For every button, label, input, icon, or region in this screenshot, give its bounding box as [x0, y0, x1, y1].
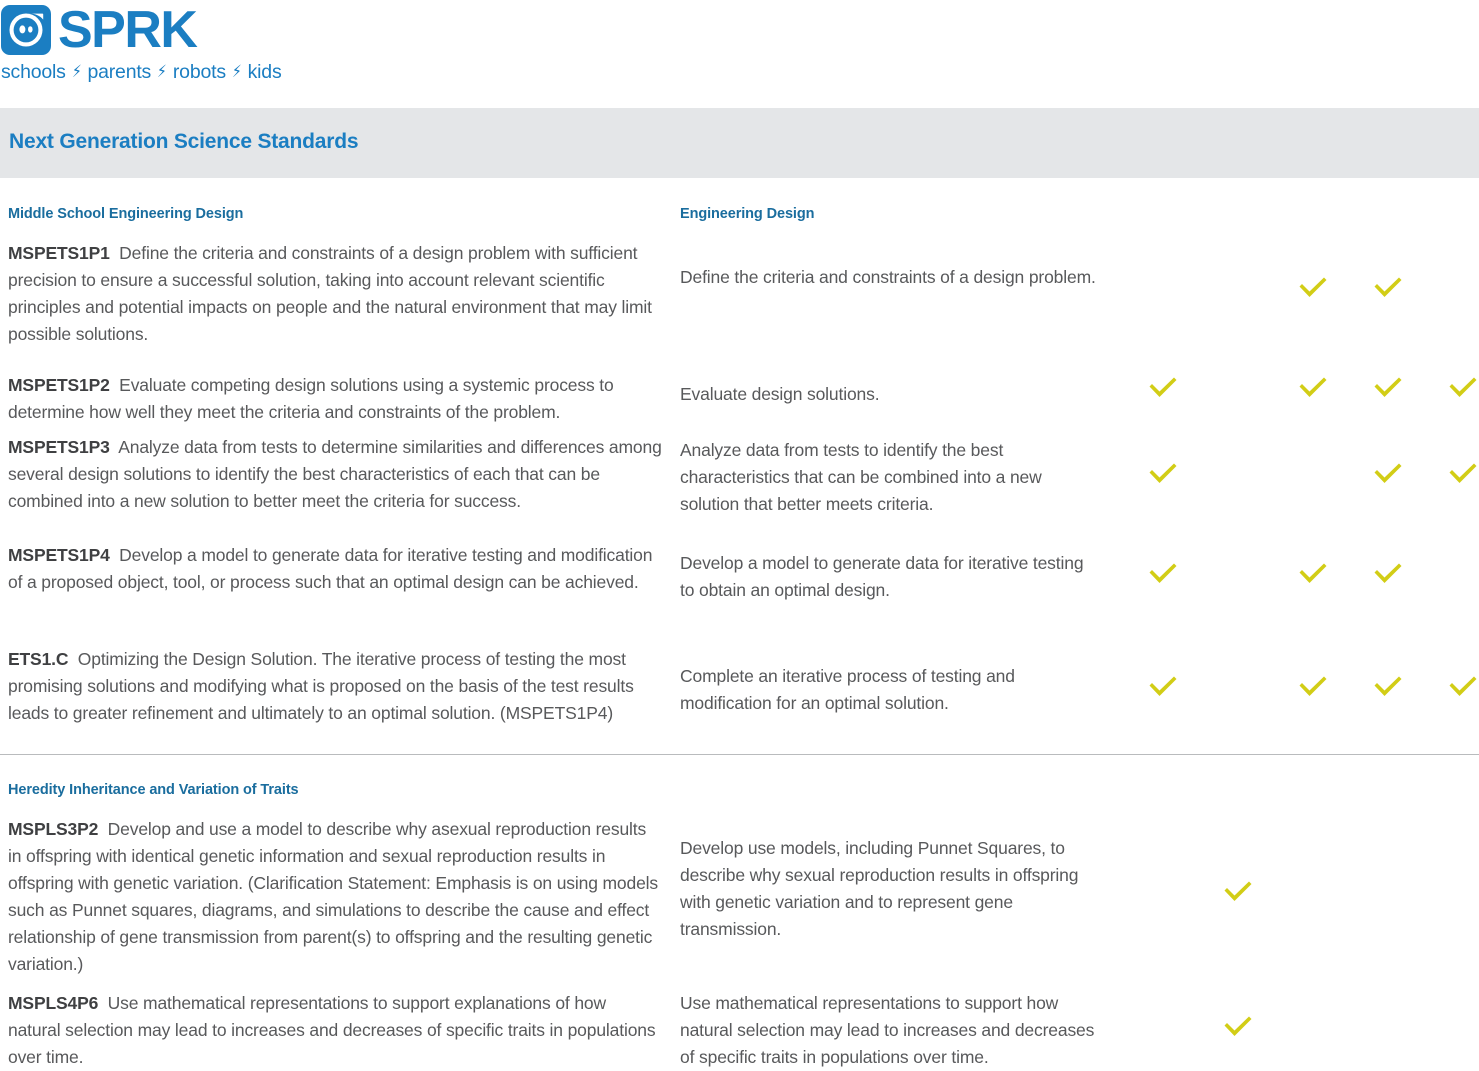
- standard-row: MSPLS3P2 Develop and use a model to desc…: [8, 816, 663, 978]
- standard-code: MSPETS1P3: [8, 437, 110, 457]
- check-icon: [1372, 560, 1404, 586]
- standard-description: Optimizing the Design Solution. The iter…: [8, 649, 634, 723]
- check-icon: [1372, 673, 1404, 699]
- bolt-icon: ⚡: [157, 62, 167, 81]
- standard-row: MSPLS4P6 Use mathematical representation…: [8, 990, 663, 1071]
- check-icon: [1447, 673, 1479, 699]
- check-icon: [1147, 460, 1179, 486]
- section-title-left: Middle School Engineering Design: [8, 206, 244, 222]
- standard-row: MSPETS1P3 Analyze data from tests to det…: [8, 434, 663, 515]
- check-icon: [1372, 274, 1404, 300]
- activity-description: Evaluate design solutions.: [680, 384, 880, 404]
- section-title-left: Heredity Inheritance and Variation of Tr…: [8, 782, 299, 798]
- standard-code: MSPLS3P2: [8, 819, 99, 839]
- bolt-icon: ⚡: [71, 62, 82, 81]
- activity-description: Develop a model to generate data for ite…: [680, 553, 1084, 600]
- brand-logo[interactable]: SPRK schools ⚡ parents ⚡ robots ⚡ kids: [0, 2, 282, 83]
- check-icon: [1297, 560, 1329, 586]
- standard-code: MSPETS1P4: [8, 545, 110, 565]
- activity-description: Use mathematical representations to supp…: [680, 993, 1095, 1067]
- page-header-band: Next Generation Science Standards: [0, 108, 1479, 178]
- tagline-schools: schools: [1, 61, 66, 83]
- check-icon: [1147, 673, 1179, 699]
- activity-description: Complete an iterative process of testing…: [680, 666, 1015, 713]
- standard-row: MSPETS1P1 Define the criteria and constr…: [8, 240, 663, 348]
- check-icon: [1222, 1013, 1254, 1039]
- standard-row: MSPETS1P2 Evaluate competing design solu…: [8, 372, 663, 426]
- tagline-robots: robots: [172, 61, 226, 83]
- check-icon: [1297, 673, 1329, 699]
- standard-code: ETS1.C: [8, 649, 69, 669]
- check-icon: [1147, 560, 1179, 586]
- check-icon: [1447, 374, 1479, 400]
- tagline-kids: kids: [247, 61, 282, 83]
- standard-code: MSPETS1P2: [8, 375, 110, 395]
- activity-description: Develop use models, including Punnet Squ…: [680, 838, 1079, 939]
- standard-code: MSPLS4P6: [8, 993, 99, 1013]
- sphero-robot-icon: [0, 4, 52, 56]
- activity-description: Analyze data from tests to identify the …: [680, 440, 1042, 514]
- logo-wordmark: SPRK: [58, 1, 198, 59]
- check-icon: [1297, 274, 1329, 300]
- standard-row: ETS1.C Optimizing the Design Solution. T…: [8, 646, 663, 727]
- logo-tagline: schools ⚡ parents ⚡ robots ⚡ kids: [1, 61, 282, 83]
- check-icon: [1372, 374, 1404, 400]
- logo-top-row: SPRK: [0, 2, 215, 58]
- check-icon: [1222, 878, 1254, 904]
- section-title-right: Engineering Design: [680, 206, 815, 222]
- tagline-parents: parents: [87, 61, 152, 83]
- check-icon: [1447, 460, 1479, 486]
- section-divider: [0, 754, 1479, 755]
- standard-code: MSPETS1P1: [8, 243, 110, 263]
- check-icon: [1147, 374, 1179, 400]
- check-icon: [1297, 374, 1329, 400]
- logo-bar: SPRK schools ⚡ parents ⚡ robots ⚡ kids: [0, 0, 1479, 108]
- standard-row: MSPETS1P4 Develop a model to generate da…: [8, 542, 663, 596]
- check-icon: [1372, 460, 1404, 486]
- standard-description: Use mathematical representations to supp…: [8, 993, 656, 1067]
- bolt-icon: ⚡: [232, 62, 242, 81]
- activity-description: Define the criteria and constraints of a…: [680, 267, 1096, 287]
- standard-description: Develop and use a model to describe why …: [8, 819, 659, 974]
- page-title: Next Generation Science Standards: [9, 130, 359, 153]
